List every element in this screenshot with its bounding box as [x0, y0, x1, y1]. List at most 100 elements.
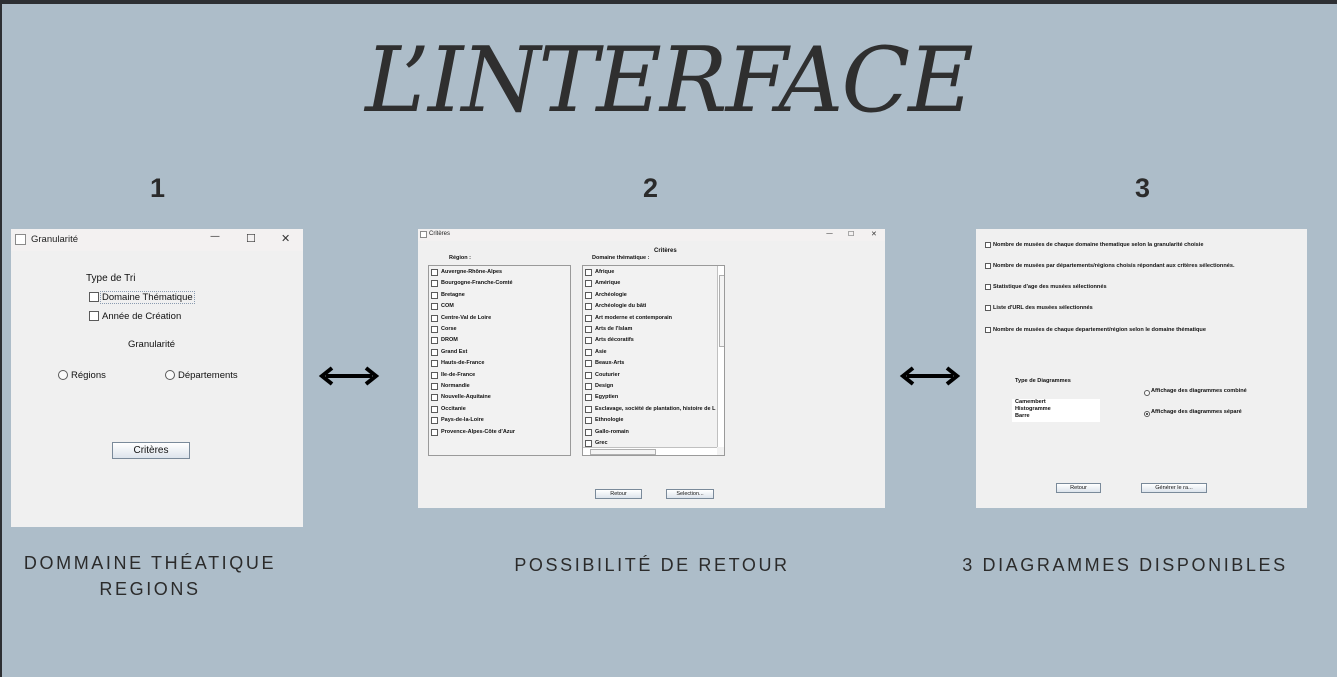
- scrollbar-thumb[interactable]: [719, 275, 724, 347]
- list-item-label: Arts de l'Islam: [595, 326, 633, 332]
- combine-radio[interactable]: [1144, 390, 1150, 396]
- horizontal-scrollbar[interactable]: [583, 447, 717, 455]
- list-item-checkbox[interactable]: [431, 269, 438, 276]
- region-list[interactable]: Auvergne-Rhône-Alpes Bourgogne-Franche-Co…: [428, 265, 571, 456]
- list-item-label: Auvergne-Rhône-Alpes: [441, 269, 503, 275]
- diagram-type-item[interactable]: Histogramme: [1015, 406, 1051, 413]
- diagram-option-checkbox[interactable]: [985, 327, 991, 333]
- list-item-checkbox[interactable]: [585, 360, 592, 368]
- diagram-option-checkbox[interactable]: [985, 263, 991, 269]
- list-item-checkbox[interactable]: [431, 303, 438, 311]
- list-item-checkbox[interactable]: [585, 303, 592, 311]
- list-item-label: Bourgogne-Franche-Comté: [441, 280, 513, 287]
- list-item-label: Amérique: [595, 280, 621, 287]
- list-item-checkbox[interactable]: [431, 337, 438, 345]
- list-item-checkbox[interactable]: [585, 371, 592, 379]
- page-title: L’INTERFACE: [365, 28, 974, 133]
- combine-radio-label: Affichage des diagrammes combiné: [1151, 388, 1247, 394]
- list-item-label: Grand Est: [441, 348, 468, 355]
- list-item-label: Normandie: [441, 383, 470, 389]
- window-titlebar: Granularité — ☐ ✕: [11, 229, 303, 251]
- caption-1-line-1: DOMMAINE THÉATIQUE: [23, 553, 277, 573]
- list-item-label: Occitanie: [441, 405, 466, 412]
- diagram-type-item[interactable]: Barre: [1015, 413, 1030, 420]
- list-item-checkbox[interactable]: [585, 326, 592, 333]
- criteres-window: Critères — ☐ ✕ Critères Région : Domaine…: [418, 229, 885, 508]
- scrollbar-thumb[interactable]: [590, 449, 656, 455]
- list-item-checkbox[interactable]: [585, 280, 592, 288]
- diagram-type-item[interactable]: Camembert: [1015, 399, 1046, 406]
- diagram-option-label: Nombre de musées de chaque domaine thema…: [993, 242, 1204, 248]
- list-item-label: Design: [595, 383, 614, 389]
- list-item-checkbox[interactable]: [585, 348, 592, 356]
- list-item-checkbox[interactable]: [431, 371, 438, 379]
- caption-2: POSSIBILITÉ DE RETOUR: [477, 552, 827, 578]
- list-item-checkbox[interactable]: [585, 291, 592, 299]
- regions-radio[interactable]: [58, 370, 68, 380]
- list-item-checkbox[interactable]: [585, 383, 592, 390]
- criteres-button[interactable]: Critères: [112, 442, 190, 459]
- window-title: Critères: [429, 231, 451, 237]
- list-item-checkbox[interactable]: [431, 314, 438, 322]
- diagram-option-checkbox[interactable]: [985, 284, 991, 290]
- retour-button[interactable]: Retour: [595, 489, 642, 499]
- list-item-checkbox[interactable]: [431, 394, 438, 402]
- domaine-label: Domaine thématique :: [592, 255, 650, 261]
- list-item-label: Pays-de-la-Loire: [441, 417, 484, 424]
- diagrammes-window: Nombre de musées de chaque domaine thema…: [976, 229, 1307, 508]
- list-item-checkbox[interactable]: [585, 405, 592, 413]
- double-arrow-icon: [899, 366, 961, 386]
- selection-button[interactable]: Selection...: [666, 489, 714, 499]
- retour-button[interactable]: Retour: [1056, 483, 1101, 493]
- window-title: Granularité: [31, 234, 78, 245]
- list-item-checkbox[interactable]: [431, 428, 438, 436]
- list-item-label: Gallo-romain: [595, 428, 629, 435]
- domaine-list[interactable]: Afrique Amérique Archéologie Archéologie du…: [582, 265, 725, 456]
- list-item-label: Arts décoratifs: [595, 337, 634, 344]
- region-label: Région :: [449, 255, 471, 261]
- diagram-option-checkbox[interactable]: [985, 305, 991, 311]
- java-app-icon: [15, 234, 26, 245]
- departements-radio[interactable]: [165, 370, 175, 380]
- list-item-checkbox[interactable]: [585, 269, 592, 276]
- caption-1: DOMMAINE THÉATIQUE REGIONS: [0, 550, 300, 602]
- annee-creation-label: Année de Création: [102, 311, 182, 322]
- diagram-option-label: Nombre de musées de chaque departement/r…: [993, 327, 1206, 333]
- list-item-checkbox[interactable]: [585, 314, 592, 322]
- annee-creation-checkbox[interactable]: [89, 311, 99, 321]
- list-item-checkbox[interactable]: [431, 417, 438, 425]
- list-item-checkbox[interactable]: [585, 337, 592, 345]
- list-item-label: Corse: [441, 326, 457, 332]
- section-2-number: 2: [643, 173, 659, 203]
- diagram-option-checkbox[interactable]: [985, 242, 991, 248]
- list-item-checkbox[interactable]: [431, 383, 438, 390]
- list-item-checkbox[interactable]: [431, 405, 438, 413]
- list-item-label: Bretagne: [441, 291, 465, 298]
- list-item-checkbox[interactable]: [431, 348, 438, 356]
- maximize-button[interactable]: ☐: [848, 230, 854, 238]
- list-item-checkbox[interactable]: [431, 280, 438, 288]
- list-item-label: COM: [441, 303, 454, 310]
- list-item-label: Asie: [595, 348, 607, 355]
- list-item-checkbox[interactable]: [431, 360, 438, 368]
- separe-radio-label: Affichage des diagrammes séparé: [1151, 409, 1242, 415]
- generer-button[interactable]: Générer le ra...: [1141, 483, 1207, 493]
- separe-radio[interactable]: [1144, 411, 1150, 417]
- regions-radio-label: Régions: [71, 370, 106, 381]
- minimize-button[interactable]: —: [210, 231, 220, 242]
- close-button[interactable]: ✕: [281, 232, 290, 245]
- diagram-type-list[interactable]: Camembert Histogramme Barre: [1012, 399, 1100, 422]
- list-item-checkbox[interactable]: [585, 440, 592, 447]
- list-item-checkbox[interactable]: [585, 394, 592, 402]
- double-arrow-icon: [318, 366, 380, 386]
- minimize-button[interactable]: —: [826, 229, 833, 237]
- list-item-checkbox[interactable]: [585, 417, 592, 425]
- list-item-checkbox[interactable]: [431, 326, 438, 333]
- list-item-checkbox[interactable]: [431, 291, 438, 299]
- list-item-checkbox[interactable]: [585, 428, 592, 436]
- vertical-scrollbar[interactable]: [717, 266, 724, 447]
- list-item-label: Hauts-de-France: [441, 360, 485, 367]
- maximize-button[interactable]: ☐: [246, 232, 256, 245]
- close-button[interactable]: ✕: [871, 230, 877, 238]
- domaine-thematique-checkbox[interactable]: [89, 292, 99, 302]
